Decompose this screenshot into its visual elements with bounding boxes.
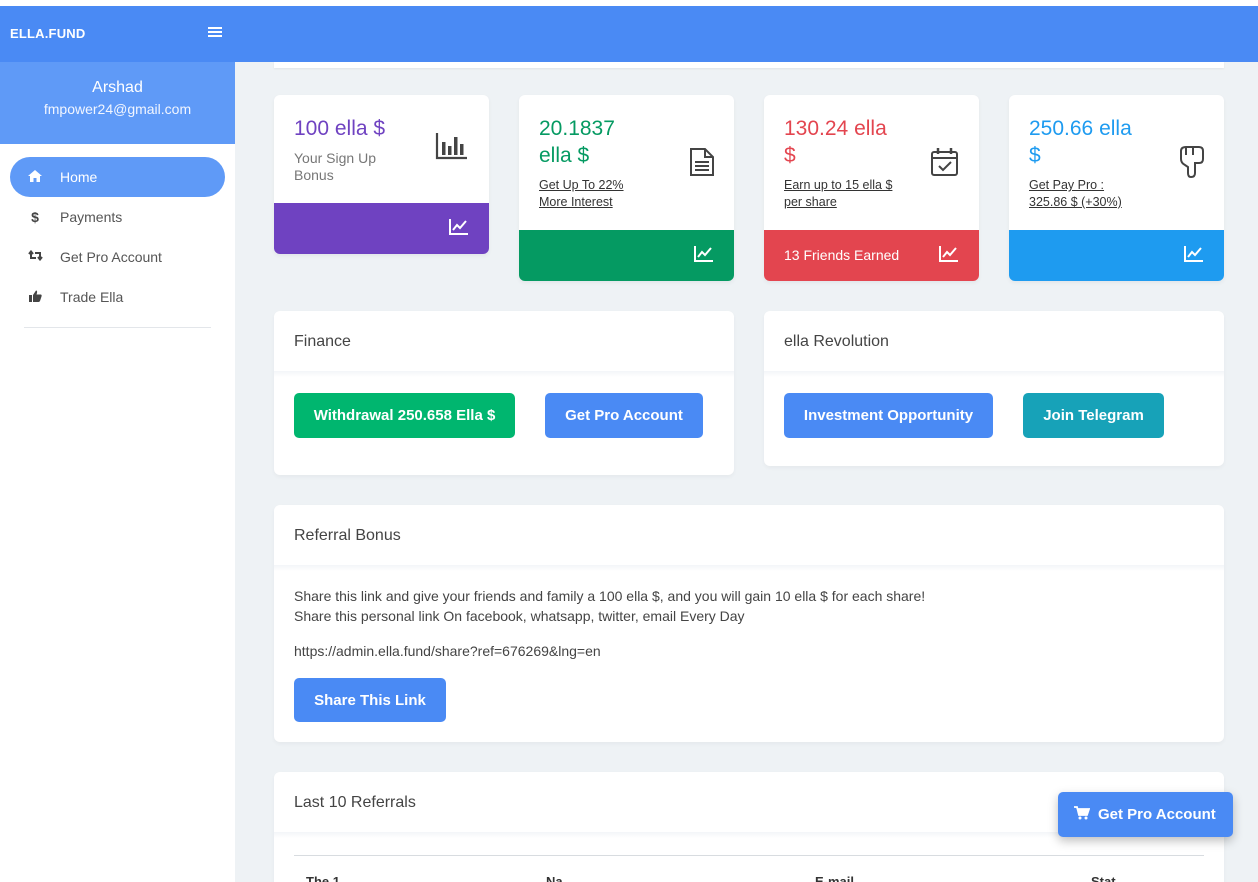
referral-link[interactable]: https://admin.ella.fund/share?ref=676269… <box>294 643 601 659</box>
floating-get-pro-account-button[interactable]: Get Pro Account <box>1058 792 1233 837</box>
revolution-panel: ella Revolution Investment Opportunity J… <box>764 311 1224 466</box>
document-icon <box>689 147 723 181</box>
sidebar-item-payments[interactable]: $ Payments <box>10 197 225 237</box>
stat-footer: 13 Friends Earned <box>764 230 979 281</box>
dollar-icon: $ <box>31 209 39 225</box>
sidebar-item-label: Home <box>60 169 98 185</box>
referral-description: Share this link and give your friends an… <box>294 588 926 604</box>
hand-pointer-icon <box>1177 145 1211 179</box>
sidebar-item-get-pro-account[interactable]: Get Pro Account <box>10 237 225 277</box>
panel-separator <box>274 565 1224 571</box>
sidebar-item-label: Get Pro Account <box>60 249 162 265</box>
stat-value: 20.1837 ella $ <box>539 117 615 167</box>
cart-icon <box>1074 805 1091 824</box>
user-name: Arshad <box>92 79 143 96</box>
stat-value: 250.66 ella $ <box>1029 117 1132 167</box>
stat-card-share-earnings: 130.24 ella $ Earn up to 15 ella $ per s… <box>764 95 979 281</box>
line-chart-icon[interactable] <box>939 245 959 265</box>
referral-bonus-panel: Referral Bonus Share this link and give … <box>274 505 1224 742</box>
brand-logo[interactable]: ELLA.FUND <box>10 26 85 41</box>
panel-title: Referral Bonus <box>294 527 401 544</box>
sidebar: Arshad fmpower24@gmail.com Home $ Paymen… <box>0 62 235 882</box>
user-email: fmpower24@gmail.com <box>43 101 192 117</box>
retweet-icon <box>10 249 60 264</box>
stat-footer <box>274 203 489 254</box>
finance-panel: Finance Withdrawal 250.658 Ella $ Get Pr… <box>274 311 734 475</box>
panel-separator <box>764 371 1224 377</box>
stat-subtitle: Your Sign Up Bonus <box>294 150 376 183</box>
investment-opportunity-button[interactable]: Investment Opportunity <box>784 393 993 438</box>
share-link-button[interactable]: Share This Link <box>294 678 446 722</box>
stat-footer <box>1009 230 1224 281</box>
join-telegram-button[interactable]: Join Telegram <box>1023 393 1164 438</box>
panel-title: ella Revolution <box>784 333 889 350</box>
stat-card-pay-pro: 250.66 ella $ Get Pay Pro : 325.86 $ (+3… <box>1009 95 1224 281</box>
sidebar-divider <box>24 327 211 328</box>
calendar-check-icon <box>930 147 964 181</box>
stat-subtitle-link[interactable]: Get Pay Pro : 325.86 $ (+30%) <box>1029 177 1139 211</box>
panel-title: Finance <box>294 333 351 350</box>
panel-title: Last 10 Referrals <box>294 794 416 811</box>
stat-card-signup-bonus: 100 ella $ Your Sign Up Bonus <box>274 95 489 254</box>
stat-value: 100 ella $ <box>294 117 386 140</box>
sidebar-item-label: Payments <box>60 209 123 225</box>
stat-footer <box>519 230 734 281</box>
sidebar-item-home[interactable]: Home <box>10 157 225 197</box>
sidebar-item-label: Trade Ella <box>60 289 124 305</box>
line-chart-icon[interactable] <box>694 245 714 265</box>
top-card-edge <box>274 62 1224 68</box>
get-pro-account-button[interactable]: Get Pro Account <box>545 393 703 438</box>
floating-button-label: Get Pro Account <box>1098 806 1216 823</box>
table-column-header: E-mail <box>815 874 855 882</box>
line-chart-icon[interactable] <box>1184 245 1204 265</box>
stat-subtitle-link[interactable]: Earn up to 15 ella $ per share <box>784 177 894 211</box>
sidebar-item-trade-ella[interactable]: Trade Ella <box>10 277 225 317</box>
table-column-header: Na <box>546 874 563 882</box>
stat-footer-text: 13 Friends Earned <box>784 247 900 263</box>
line-chart-icon[interactable] <box>449 218 469 238</box>
stat-value: 130.24 ella $ <box>784 117 887 167</box>
sidebar-nav: Home $ Payments Get Pro Account Trade El… <box>0 144 235 328</box>
panel-separator <box>274 371 734 377</box>
main-content: 100 ella $ Your Sign Up Bonus 20.1837 el… <box>235 62 1258 882</box>
stat-card-interest: 20.1837 ella $ Get Up To 22% More Intere… <box>519 95 734 281</box>
table-column-header: The 1 <box>306 874 340 882</box>
bar-chart-icon <box>435 131 469 165</box>
referral-instructions: Share this personal link On facebook, wh… <box>294 608 745 624</box>
thumbs-up-icon <box>10 290 60 305</box>
withdrawal-button[interactable]: Withdrawal 250.658 Ella $ <box>294 393 515 438</box>
home-icon <box>10 169 60 185</box>
menu-toggle-icon[interactable] <box>206 25 224 43</box>
stat-subtitle-link[interactable]: Get Up To 22% More Interest <box>539 177 649 211</box>
user-profile: Arshad fmpower24@gmail.com <box>0 62 235 144</box>
table-top-border <box>294 855 1204 856</box>
top-navbar: ELLA.FUND <box>0 6 1258 62</box>
table-column-header: Stat <box>1091 874 1116 882</box>
